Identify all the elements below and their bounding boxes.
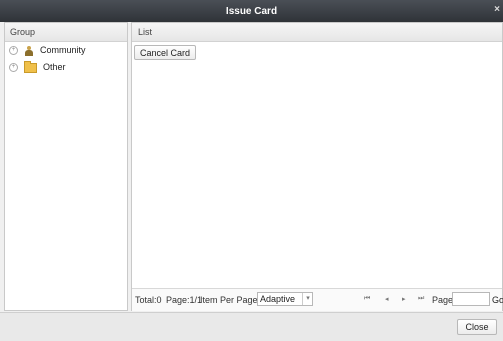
expand-icon[interactable]: + [9, 63, 18, 73]
go-button[interactable]: Go [492, 295, 503, 305]
items-per-page-label: Item Per Page: [200, 295, 261, 305]
list-header: List [132, 23, 502, 42]
tree-item-label: Other [43, 62, 66, 73]
tree-item-other[interactable]: + Other [5, 59, 127, 76]
last-page-icon[interactable]: ⏭ [418, 295, 424, 303]
chevron-down-icon[interactable]: ▾ [302, 293, 313, 305]
list-toolbar: Cancel Card [132, 42, 502, 65]
total-count: Total:0 [135, 295, 162, 305]
page-indicator: Page:1/1 [166, 295, 203, 305]
title-bar: Issue Card × [0, 0, 503, 22]
group-panel: Group + Community + Other [4, 22, 128, 311]
list-panel: List Cancel Card Total:0 Page:1/1 Item P… [131, 22, 503, 311]
pagination-bar: Total:0 Page:1/1 Item Per Page: Adaptive… [132, 288, 503, 311]
page-number-input[interactable] [452, 292, 490, 306]
expand-icon[interactable]: + [9, 46, 18, 56]
close-button[interactable]: Close [457, 319, 497, 335]
group-header: Group [5, 23, 127, 42]
cancel-card-button[interactable]: Cancel Card [134, 45, 197, 60]
close-icon[interactable]: × [494, 4, 500, 15]
person-icon [24, 45, 34, 56]
footer-bar: Close [0, 312, 503, 341]
tree-item-community[interactable]: + Community [5, 42, 127, 59]
folder-icon [23, 60, 37, 73]
next-page-icon[interactable]: ▸ [402, 295, 406, 303]
card-list[interactable] [132, 64, 502, 287]
first-page-icon[interactable]: ⏮ [364, 295, 370, 303]
prev-page-icon[interactable]: ◂ [385, 295, 389, 303]
tree-item-label: Community [40, 45, 86, 56]
page-label: Page [432, 295, 454, 305]
window-title: Issue Card [225, 6, 278, 17]
